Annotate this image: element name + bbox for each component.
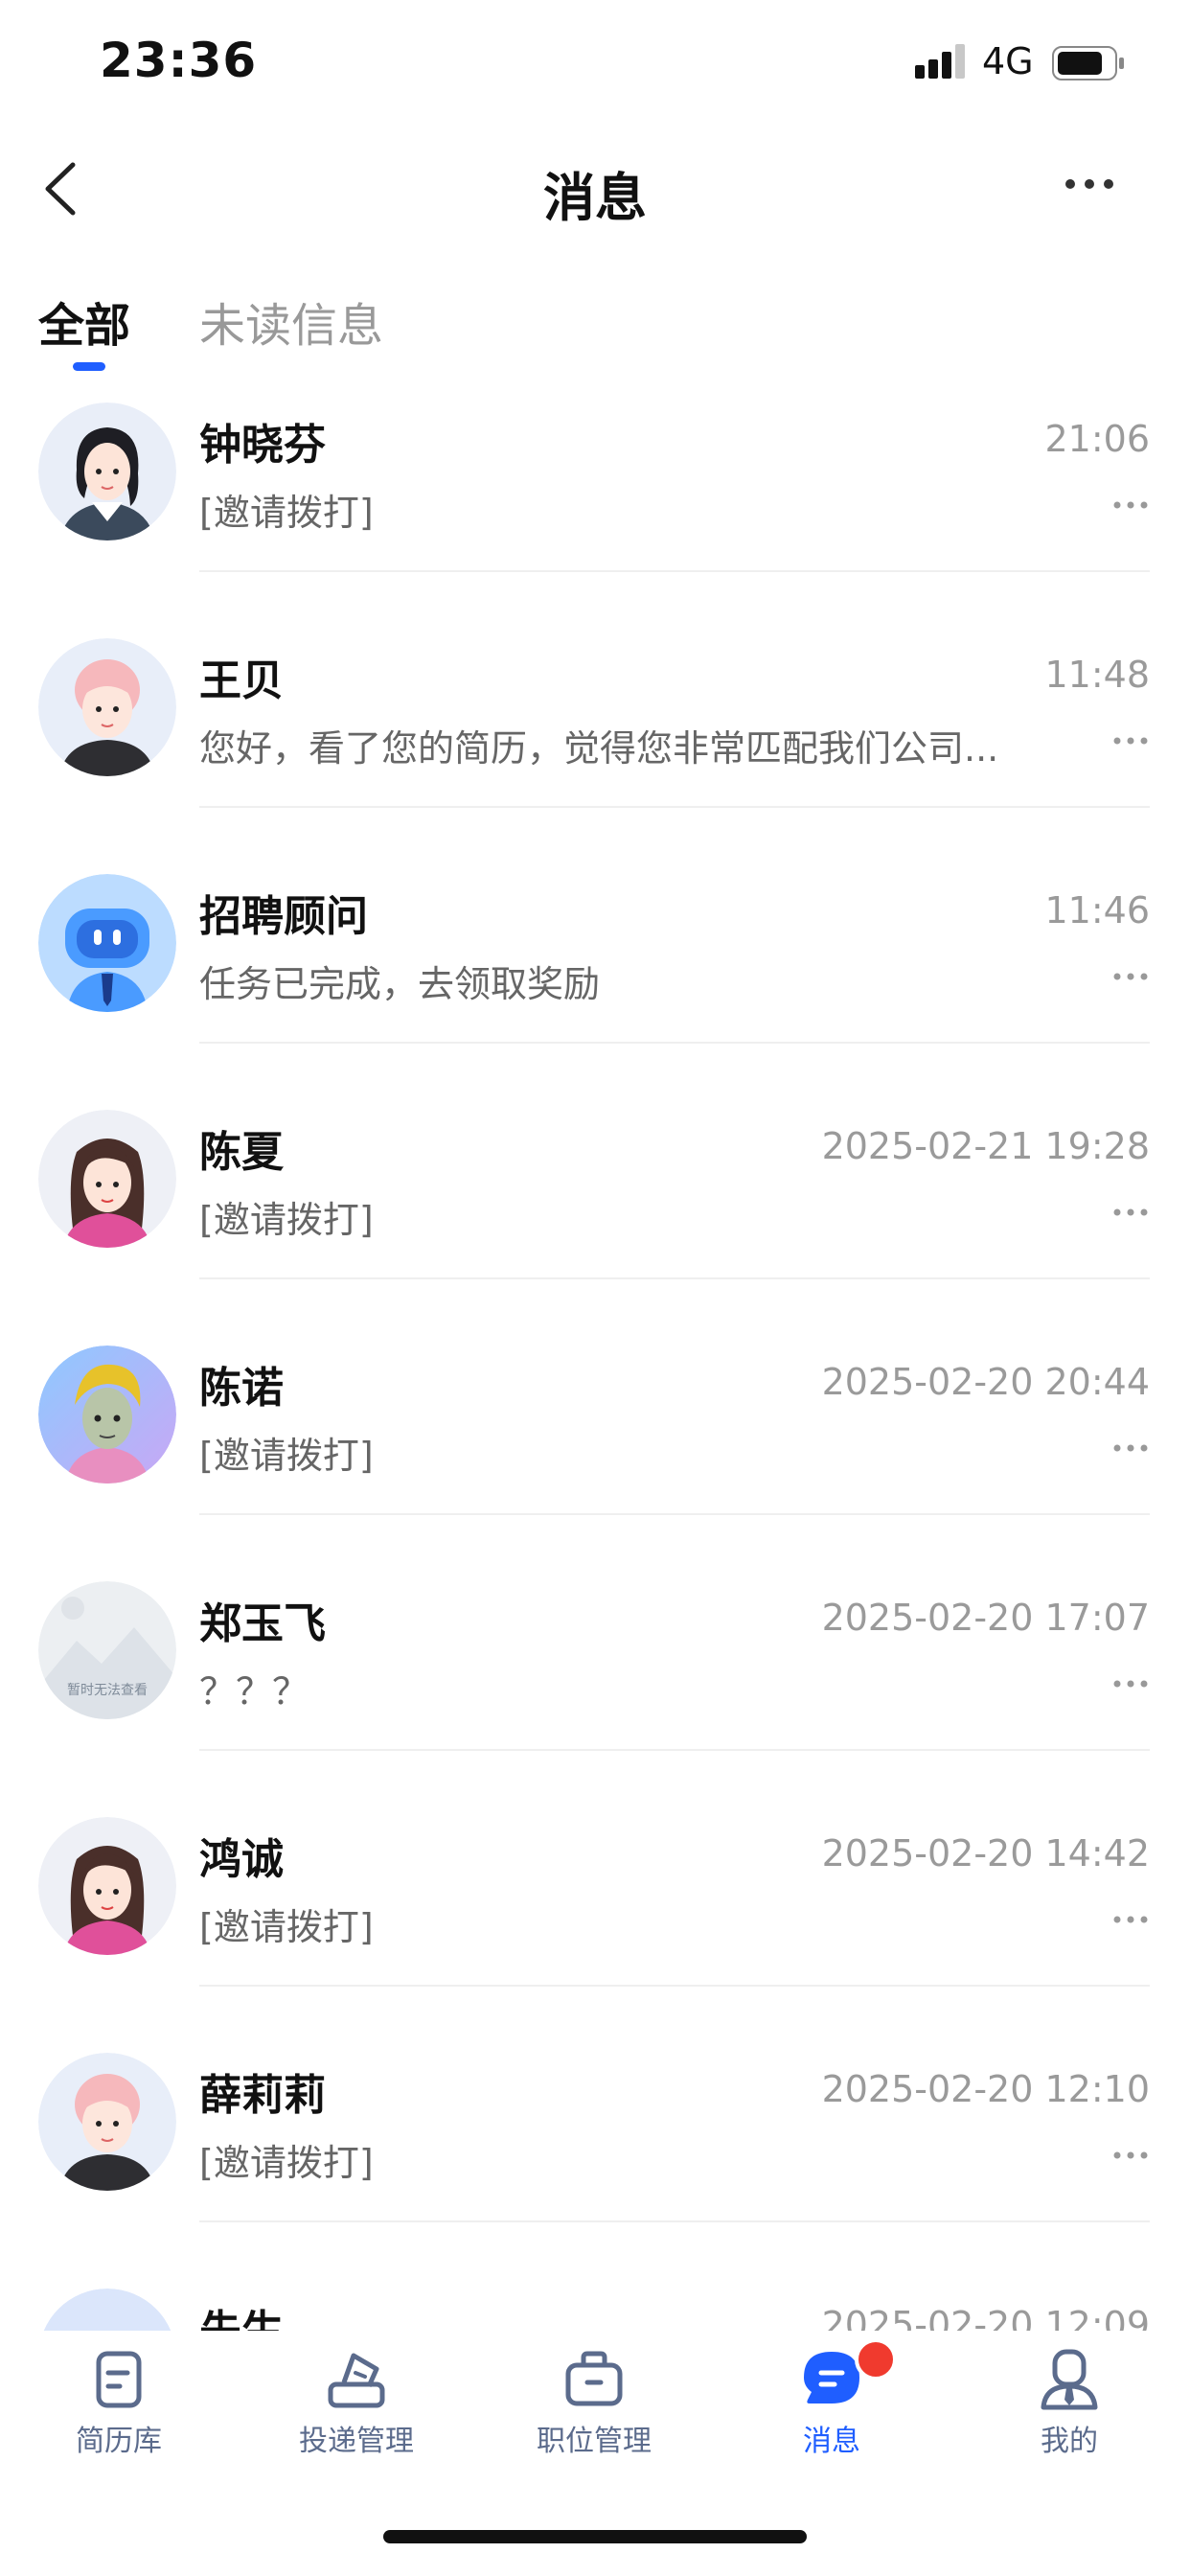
avatar-caption: 暂时无法查看 [67, 1683, 148, 1698]
contact-name: 陈夏 [199, 1128, 284, 1177]
bottom-tab-bar: 简历库 投递管理 职位管理 消息 我的 [0, 2331, 1190, 2465]
placeholder-avatar: 暂时无法查看 [38, 1581, 176, 1719]
row-more-icon[interactable] [1111, 1913, 1150, 1926]
row-more-icon[interactable] [1111, 1206, 1150, 1219]
delivery-icon [328, 2353, 385, 2408]
row-more-icon[interactable] [1111, 2149, 1150, 2162]
tab-bar-label: 消息 [803, 2425, 860, 2458]
tab-unread[interactable]: 未读信息 [199, 288, 383, 355]
tab-bar-label: 简历库 [76, 2425, 162, 2458]
conversation-item[interactable]: 招聘顾问 11:46 任务已完成，去领取奖励 [0, 855, 1190, 1090]
tab-bar-item-profile[interactable]: 我的 [950, 2348, 1188, 2459]
filter-tabs: 全部 未读信息 [0, 278, 1190, 374]
message-time: 2025-02-20 17:07 [821, 1597, 1150, 1639]
network-label: 4G [982, 40, 1034, 82]
row-divider [199, 1985, 1150, 1987]
cartoon-man-avatar [38, 1346, 176, 1484]
woman-short-hair-avatar [38, 402, 176, 540]
pink-hair-avatar [38, 2053, 176, 2191]
conversation-item[interactable]: 钟晓芬 21:06 [邀请拨打] [0, 383, 1190, 618]
message-time: 2025-02-21 19:28 [821, 1125, 1150, 1167]
message-preview: [邀请拨打] [199, 1435, 374, 1477]
message-time: 21:06 [1044, 418, 1150, 460]
row-divider [199, 570, 1150, 572]
notification-badge [855, 2338, 897, 2380]
message-time: 2025-02-20 20:44 [821, 1361, 1150, 1403]
robot-avatar [38, 874, 176, 1012]
contact-name: 招聘顾问 [199, 892, 368, 941]
row-divider [199, 1749, 1150, 1751]
tab-active-indicator [73, 362, 105, 371]
row-more-icon[interactable] [1111, 734, 1150, 748]
conversation-item[interactable]: 暂时无法查看 郑玉飞 2025-02-20 17:07 ？？？ [0, 1562, 1190, 1797]
tab-bar-label: 职位管理 [537, 2425, 652, 2458]
conversation-item[interactable]: 王贝 11:48 您好，看了您的简历，觉得您非常匹配我们公司... [0, 619, 1190, 854]
row-divider [199, 1277, 1150, 1279]
conversation-item[interactable]: 陈夏 2025-02-21 19:28 [邀请拨打] [0, 1091, 1190, 1325]
row-divider [199, 2220, 1150, 2222]
status-bar: 23:36 4G [0, 0, 1190, 125]
home-indicator [383, 2530, 807, 2543]
message-time: 2025-02-20 14:42 [821, 1832, 1150, 1874]
contact-name: 钟晓芬 [199, 421, 326, 470]
battery-icon [1052, 46, 1124, 80]
tab-bar-item-delivery[interactable]: 投递管理 [238, 2348, 475, 2459]
row-more-icon[interactable] [1111, 498, 1150, 512]
message-preview: [邀请拨打] [199, 1906, 374, 1948]
resume-icon [96, 2351, 142, 2408]
signal-icon [915, 44, 965, 79]
conversation-item[interactable]: 陈诺 2025-02-20 20:44 [邀请拨打] [0, 1326, 1190, 1561]
message-preview: 您好，看了您的简历，觉得您非常匹配我们公司... [199, 727, 999, 770]
message-preview: [邀请拨打] [199, 1199, 374, 1241]
conversation-list: 钟晓芬 21:06 [邀请拨打] 王贝 11:48 您好，看了您的简历，觉得您非… [0, 383, 1190, 2331]
message-preview: 任务已完成，去领取奖励 [199, 963, 601, 1005]
page-title: 消息 [543, 168, 647, 228]
tab-bar-label: 我的 [1041, 2425, 1098, 2458]
conversation-item[interactable]: 先生 2025-02-20 12:09 [0, 2269, 1190, 2331]
profile-icon [1041, 2349, 1098, 2410]
contact-name: 薛莉莉 [199, 2071, 326, 2120]
tab-all[interactable]: 全部 [38, 288, 130, 355]
message-time: 11:48 [1044, 654, 1150, 696]
conversation-item[interactable]: 鸿诚 2025-02-20 14:42 [邀请拨打] [0, 1798, 1190, 2033]
tab-bar-item-messages[interactable]: 消息 [713, 2338, 950, 2459]
row-more-icon[interactable] [1111, 1441, 1150, 1455]
partial-avatar [38, 2288, 176, 2331]
status-time: 23:36 [100, 33, 258, 88]
nav-header: 消息 [0, 134, 1190, 240]
contact-name: 王贝 [199, 656, 284, 705]
contact-name: 先生 [199, 2296, 284, 2331]
row-more-icon[interactable] [1111, 1677, 1150, 1690]
woman-long-hair-avatar [38, 1817, 176, 1955]
message-time: 2025-02-20 12:09 [821, 2304, 1150, 2331]
message-preview: ？？？ [199, 1670, 309, 1713]
woman-long-hair-avatar [38, 1110, 176, 1248]
row-divider [199, 1513, 1150, 1515]
contact-name: 鸿诚 [199, 1835, 284, 1884]
contact-name: 陈诺 [199, 1364, 284, 1413]
row-divider [199, 806, 1150, 808]
tab-bar-item-resume[interactable]: 简历库 [0, 2348, 238, 2459]
message-time: 11:46 [1044, 889, 1150, 932]
pink-hair-avatar [38, 638, 176, 776]
message-preview: [邀请拨打] [199, 2142, 374, 2184]
conversation-item[interactable]: 薛莉莉 2025-02-20 12:10 [邀请拨打] [0, 2034, 1190, 2268]
tab-bar-item-jobs[interactable]: 职位管理 [475, 2348, 713, 2459]
row-more-icon[interactable] [1111, 970, 1150, 983]
tab-bar-label: 投递管理 [299, 2425, 414, 2458]
more-options-icon[interactable] [1064, 172, 1115, 196]
message-time: 2025-02-20 12:10 [821, 2068, 1150, 2110]
message-preview: [邀请拨打] [199, 492, 374, 534]
contact-name: 郑玉飞 [199, 1599, 326, 1648]
row-divider [199, 1042, 1150, 1044]
briefcase-icon [565, 2351, 623, 2406]
